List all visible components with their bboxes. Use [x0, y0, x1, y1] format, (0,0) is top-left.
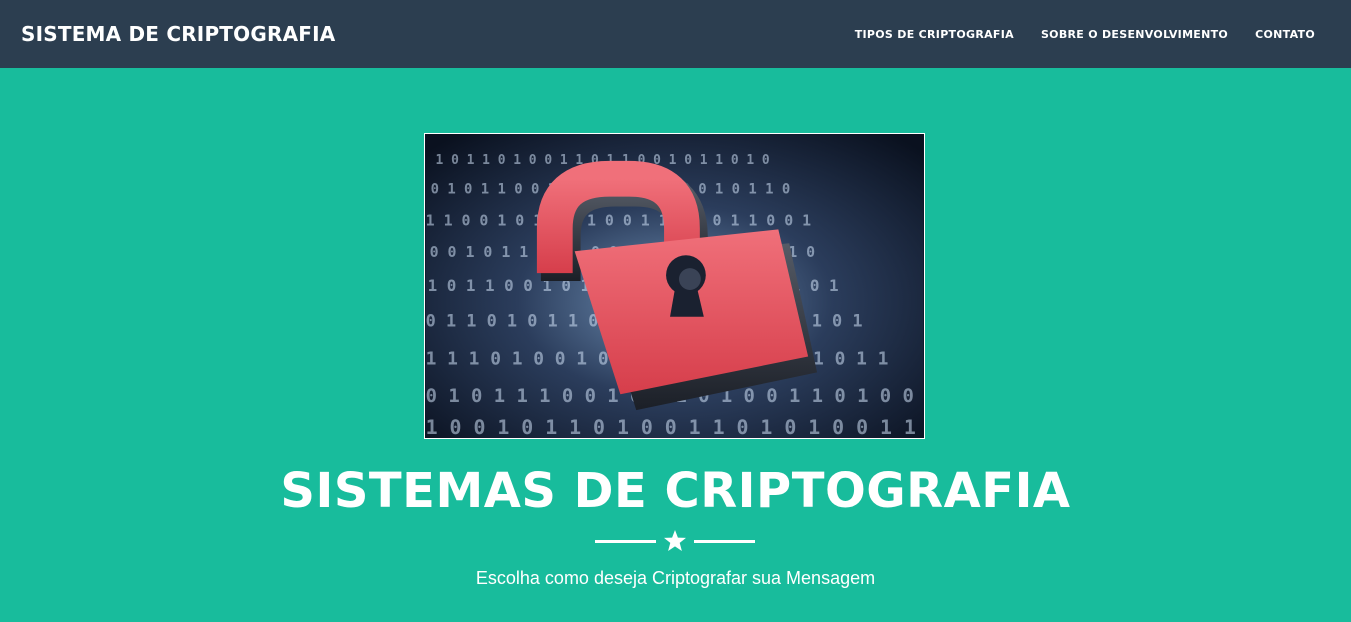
star-icon	[663, 530, 687, 552]
hero-title: SISTEMAS DE CRIPTOGRAFIA	[280, 463, 1071, 519]
svg-text:1 1 0 0 1 0 1 1 0 1 0 0 1 1 0: 1 1 0 0 1 0 1 1 0 1 0 0 1 1 0 1 0 1 1 0 …	[426, 211, 812, 229]
divider-line-left	[595, 539, 656, 543]
star-divider	[595, 530, 755, 552]
padlock-binary-image: 1 0 1 1 0 1 0 0 1 1 0 1 1 0 0 1 0 1 1 0 …	[424, 133, 925, 439]
brand-link[interactable]: SISTEMA DE CRIPTOGRAFIA	[21, 22, 335, 46]
hero-subtitle: Escolha como deseja Criptografar sua Men…	[475, 568, 876, 588]
divider-line-right	[694, 539, 755, 543]
navbar: SISTEMA DE CRIPTOGRAFIA TIPOS DE CRIPTOG…	[0, 0, 1351, 68]
svg-text:1 0 0 1 0 1 1 0 1 0 0 1 1 0 1: 1 0 0 1 0 1 1 0 1 0 0 1 1 0 1 0 1 0 0 1 …	[426, 416, 924, 438]
masthead: 1 0 1 1 0 1 0 0 1 1 0 1 1 0 0 1 0 1 1 0 …	[0, 68, 1351, 622]
nav-link-sobre[interactable]: SOBRE O DESENVOLVIMENTO	[1041, 28, 1228, 41]
nav-link-tipos[interactable]: TIPOS DE CRIPTOGRAFIA	[855, 28, 1014, 41]
nav-links: TIPOS DE CRIPTOGRAFIA SOBRE O DESENVOLVI…	[828, 28, 1315, 41]
nav-link-contato[interactable]: CONTATO	[1255, 28, 1315, 41]
